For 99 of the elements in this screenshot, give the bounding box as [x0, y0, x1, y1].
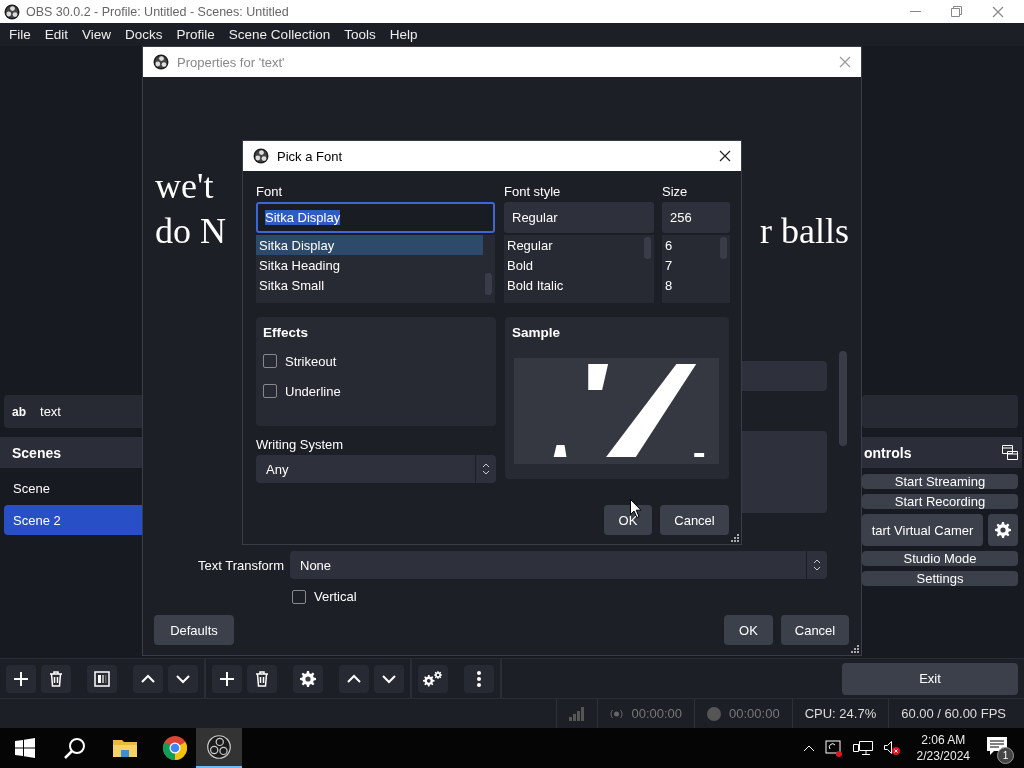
chevron-up-icon[interactable] — [802, 744, 815, 752]
input-field[interactable]: 256 — [662, 202, 730, 233]
close-icon[interactable] — [719, 150, 731, 162]
mouse-cursor-icon — [630, 499, 642, 518]
menu-item[interactable]: View — [75, 27, 119, 42]
ok-button[interactable]: OK — [724, 615, 773, 645]
menu-item[interactable]: Edit — [37, 27, 76, 42]
text-source-icon: ab — [12, 404, 26, 419]
checkbox-label: Vertical — [314, 589, 357, 604]
source-name: text — [40, 404, 61, 419]
clock-time: 2:06 AM — [921, 732, 966, 748]
exit-button[interactable]: Exit — [842, 662, 1018, 695]
field-label: Text Transform — [197, 557, 284, 573]
cancel-button[interactable]: Cancel — [660, 505, 729, 535]
preview-text: r balls — [760, 210, 849, 253]
settings-icon[interactable] — [293, 664, 323, 693]
resize-grip-icon[interactable] — [731, 534, 739, 542]
dock-title: ontrols — [864, 444, 912, 461]
float-dock-icon[interactable] — [1002, 445, 1018, 460]
field-label: Size — [662, 183, 689, 201]
delete-icon[interactable] — [247, 664, 277, 693]
dialog-title: Properties for 'text' — [177, 54, 286, 70]
clock-date: 2/23/2024 — [916, 748, 970, 764]
ok-button[interactable]: OK — [604, 505, 652, 535]
move-down-icon[interactable] — [168, 664, 198, 693]
obs-logo-icon — [153, 54, 169, 70]
move-up-icon[interactable] — [133, 664, 163, 693]
checkbox[interactable] — [263, 354, 277, 368]
spin-arrows-icon[interactable] — [482, 462, 490, 476]
stream-icon — [610, 707, 624, 720]
record-time: 00:00:00 — [729, 706, 780, 721]
filter-icon[interactable] — [87, 664, 117, 693]
network-icon[interactable] — [852, 740, 873, 756]
list-item[interactable]: Regular — [504, 235, 642, 255]
record-icon — [707, 706, 722, 721]
dock-title: Scenes — [0, 437, 142, 468]
add-icon[interactable] — [212, 664, 242, 693]
signal-icon — [569, 706, 586, 721]
control-button[interactable]: Settings — [862, 571, 1018, 586]
control-button[interactable]: tart Virtual Camer — [862, 514, 983, 546]
preview-text: we't — [155, 165, 214, 208]
dropdown[interactable]: None — [290, 551, 827, 579]
menu-item[interactable]: Help — [382, 27, 425, 42]
muted-speaker-icon[interactable] — [882, 740, 901, 756]
defaults-button[interactable]: Defaults — [154, 615, 234, 645]
checkbox[interactable] — [292, 589, 306, 604]
list-item[interactable]: Sitka Display — [256, 235, 483, 255]
field-label: Writing System — [256, 436, 345, 454]
list-item[interactable]: 6 — [662, 235, 718, 255]
list-item[interactable]: 8 — [662, 275, 718, 295]
scrollbar-thumb[interactable] — [839, 351, 847, 446]
add-icon[interactable] — [6, 664, 36, 693]
window-title: OBS 30.0.2 - Profile: Untitled - Scenes: Untitled — [26, 4, 290, 19]
dialog-title: Pick a Font — [277, 148, 344, 164]
settings-icon[interactable] — [988, 514, 1018, 546]
obs-logo-icon — [4, 3, 20, 20]
checkbox-label: Underline — [285, 383, 341, 399]
move-up-icon[interactable] — [339, 664, 369, 693]
group-title: Sample — [512, 325, 562, 342]
fps-reading: 60.00 / 60.00 FPS — [901, 706, 1006, 721]
menu-item[interactable]: Tools — [337, 27, 383, 42]
cpu-usage: CPU: 24.7% — [804, 706, 877, 721]
menu-item[interactable]: Scene Collection — [221, 27, 338, 42]
menu-item[interactable]: Profile — [169, 27, 222, 42]
cancel-button[interactable]: Cancel — [781, 615, 849, 645]
source-item[interactable]: ab text — [4, 395, 142, 428]
control-button[interactable]: Start Recording — [862, 494, 1018, 509]
list-item[interactable]: Sitka Heading — [256, 255, 483, 275]
control-button[interactable]: Start Streaming — [862, 474, 1018, 489]
scene-item[interactable]: Scene — [4, 473, 142, 503]
taskbar-app-icon[interactable] — [196, 728, 242, 768]
field-label: Font style — [504, 183, 562, 201]
checkbox-label: Strikeout — [285, 353, 337, 369]
delete-icon[interactable] — [41, 664, 71, 693]
minimize-icon[interactable] — [910, 10, 921, 13]
input-field[interactable]: Sitka Display — [256, 202, 495, 233]
scene-item[interactable]: Scene 2 — [4, 505, 142, 535]
spin-arrows-icon[interactable] — [813, 558, 821, 572]
restore-icon[interactable] — [951, 6, 962, 17]
list-item[interactable]: 7 — [662, 255, 718, 275]
move-down-icon[interactable] — [374, 664, 404, 693]
list-item[interactable]: Bold Italic — [504, 275, 642, 295]
group-title: Effects — [263, 325, 309, 342]
list-item[interactable]: Sitka Small — [256, 275, 483, 295]
resize-grip-icon[interactable] — [851, 645, 859, 653]
control-button[interactable]: Studio Mode — [862, 551, 1018, 566]
preview-text: do N — [155, 210, 226, 253]
list-item[interactable]: Bold — [504, 255, 642, 275]
input-field[interactable]: Regular — [504, 202, 654, 233]
menu-item[interactable]: Docks — [118, 27, 170, 42]
obs-logo-icon — [253, 148, 269, 164]
dropdown[interactable]: Any — [256, 455, 496, 483]
field-label: Font — [256, 183, 283, 201]
notification-count: 1 — [997, 747, 1014, 764]
stream-time: 00:00:00 — [631, 706, 683, 721]
menu-icon[interactable] — [464, 664, 494, 693]
menu-item[interactable]: File — [2, 27, 38, 42]
checkbox[interactable] — [263, 384, 277, 398]
settings-icon[interactable] — [418, 664, 448, 693]
